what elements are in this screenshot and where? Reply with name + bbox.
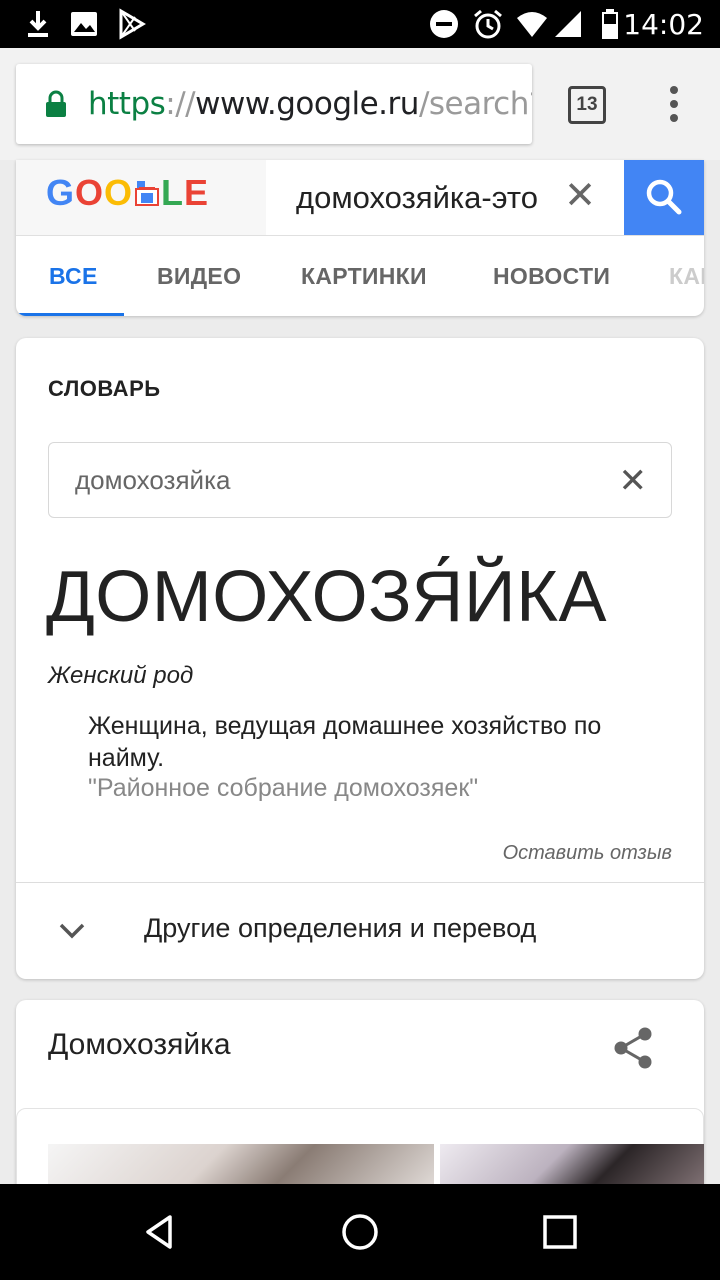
url-path: /search?: [418, 86, 532, 122]
logo-letter: E: [184, 172, 210, 213]
logo-letter: O: [104, 172, 134, 213]
knowledge-title: Домохозяйка: [48, 1028, 231, 1061]
definition-text: Женщина, ведущая домашнее хозяйство по н…: [88, 712, 602, 772]
alarm-icon: [474, 9, 502, 39]
dictionary-heading: СЛОВАРЬ: [48, 376, 161, 401]
google-search-header: GOO LE домохозяйка-это ✕ ВСЕ ВИДЕО КАРТИ…: [16, 160, 704, 316]
usage-example: "Районное собрание домохозяек": [88, 774, 479, 802]
headword: ДОМОХОЗЯ́ЙКА: [46, 557, 608, 637]
grammatical-gender: Женский род: [48, 662, 194, 689]
logo-letter: O: [75, 172, 105, 213]
clear-search-icon[interactable]: ✕: [562, 176, 598, 216]
status-bar: 14:02: [0, 0, 720, 48]
feedback-link[interactable]: Оставить отзыв: [503, 842, 672, 865]
back-icon[interactable]: [140, 1212, 180, 1252]
google-doodle-logo[interactable]: GOO LE: [46, 172, 209, 214]
dictionary-search-input[interactable]: домохозяйка ✕: [48, 442, 672, 518]
lock-icon: [46, 90, 66, 117]
chevron-down-icon: [59, 923, 85, 939]
android-nav-bar: [0, 1184, 720, 1280]
download-icon: [28, 11, 48, 37]
doodle-area[interactable]: GOO LE: [16, 160, 266, 235]
more-definitions-label: Другие определения и перевод: [144, 913, 537, 943]
search-icon: [646, 179, 682, 215]
url-scheme: https: [88, 86, 166, 122]
knowledge-card: Домохозяйка: [16, 1000, 704, 1200]
tab-news[interactable]: НОВОСТИ: [493, 236, 610, 316]
address-bar[interactable]: https://www.google.ru/search?: [16, 64, 532, 144]
tab-switcher-button[interactable]: 13: [568, 86, 606, 124]
logo-letter: G: [46, 172, 76, 213]
search-button[interactable]: [624, 160, 704, 235]
home-icon[interactable]: [340, 1212, 380, 1252]
search-tabs: ВСЕ ВИДЕО КАРТИНКИ НОВОСТИ КАРТЫ: [16, 235, 704, 316]
image-icon: [71, 12, 97, 36]
dictionary-card: СЛОВАРЬ домохозяйка ✕ ДОМОХОЗЯ́ЙКА Женск…: [16, 338, 704, 979]
tab-maps[interactable]: КАРТЫ: [669, 236, 704, 316]
signal-icon: [555, 11, 581, 37]
dnd-icon: [430, 10, 458, 38]
overflow-menu-icon[interactable]: [660, 86, 688, 126]
wifi-icon: [517, 12, 547, 37]
clock: 14:02: [623, 8, 704, 41]
more-definitions-toggle[interactable]: Другие определения и перевод: [16, 883, 704, 979]
clear-dictionary-icon[interactable]: ✕: [619, 461, 648, 501]
tab-images[interactable]: КАРТИНКИ: [301, 236, 427, 316]
url-separator: ://: [165, 86, 196, 122]
active-tab-indicator: [16, 313, 124, 316]
url-text[interactable]: https://www.google.ru/search?: [88, 86, 532, 122]
tab-all[interactable]: ВСЕ: [49, 236, 98, 316]
tab-video[interactable]: ВИДЕО: [157, 236, 241, 316]
logo-letter: L: [161, 172, 185, 213]
url-host: www.google.ru: [195, 86, 419, 122]
recents-icon[interactable]: [540, 1212, 580, 1252]
dictionary-search-value: домохозяйка: [75, 465, 231, 495]
play-store-icon: [119, 8, 146, 40]
share-icon[interactable]: [612, 1026, 654, 1070]
ballot-box-icon: [135, 181, 160, 206]
browser-toolbar: https://www.google.ru/search? 13: [0, 48, 720, 160]
battery-icon: [602, 9, 618, 39]
search-input[interactable]: домохозяйка-это: [296, 176, 566, 220]
